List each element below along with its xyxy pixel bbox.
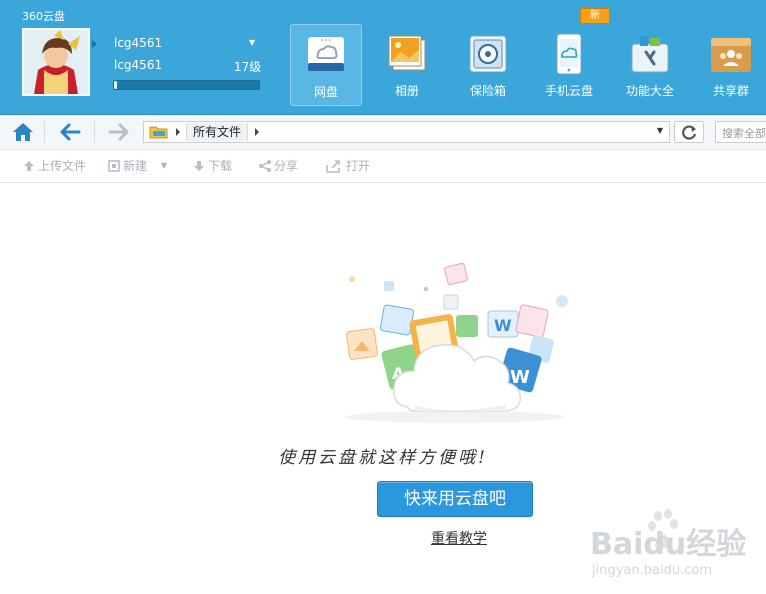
share-group-icon (711, 38, 751, 72)
nav-label: 网盘 (313, 85, 338, 99)
chevron-down-icon: ▼ (161, 161, 168, 170)
breadcrumb[interactable]: 所有文件 (186, 123, 249, 141)
home-button[interactable] (8, 120, 38, 144)
action-bar: 上传文件 新建 ▼ 下载 分享 打开 (0, 150, 766, 183)
start-using-button[interactable]: 快来用云盘吧 (377, 481, 533, 517)
home-icon (13, 123, 33, 141)
new-badge: 新 (580, 8, 610, 24)
user-name: lcg4561 (114, 36, 163, 50)
download-icon (194, 161, 204, 171)
path-separator-icon[interactable] (176, 128, 180, 136)
refresh-icon (682, 125, 697, 140)
nav-label: 功能大全 (625, 84, 674, 98)
photo-album-icon (388, 35, 426, 71)
avatar[interactable] (22, 28, 90, 96)
watermark-brand: Baidu经验 (590, 527, 746, 562)
upload-icon (24, 161, 34, 171)
share-label: 分享 (274, 159, 299, 173)
nav-toolbox[interactable]: 功能大全 (614, 24, 686, 106)
avatar-caret-icon (92, 40, 97, 48)
svg-text:W: W (494, 316, 512, 335)
nav-label: 保险箱 (469, 84, 506, 98)
toolbox-icon (631, 36, 669, 73)
nav-cloud-disk[interactable]: 网盘 (290, 24, 362, 106)
watermark-url: jingyan.baidu.com (591, 563, 712, 578)
replay-tutorial-link[interactable]: 重看教学 (431, 528, 487, 548)
path-bar[interactable]: 所有文件 ▼ (143, 121, 670, 143)
open-label: 打开 (346, 159, 371, 173)
tagline: 使用云盘就这样方便哦! (278, 448, 488, 468)
level-progress-bar (113, 80, 260, 90)
arrow-left-icon (60, 123, 81, 141)
new-folder-icon (108, 160, 120, 172)
arrow-right-icon (108, 123, 129, 141)
chevron-down-icon[interactable]: ▼ (657, 126, 663, 135)
back-button[interactable] (55, 120, 85, 144)
nav-safe[interactable]: 保险箱 (452, 24, 524, 106)
nav-label: 共享群 (712, 84, 749, 98)
refresh-button[interactable] (674, 121, 704, 143)
chevron-down-icon[interactable]: ▼ (249, 38, 255, 47)
user-id: lcg4561 (114, 58, 163, 72)
download-label: 下载 (208, 159, 233, 173)
nav-mobile-cloud[interactable]: 手机云盘 (533, 24, 605, 106)
level-progress-fill (114, 81, 117, 89)
nav-label: 手机云盘 (544, 84, 593, 98)
cloud-illustration: A W W (345, 262, 568, 423)
cloud-disk-icon (308, 37, 344, 71)
nav-photo-album[interactable]: 相册 (371, 24, 443, 106)
nav-share-group[interactable]: 共享群 (695, 24, 766, 106)
header-bar: 360云盘 lcg4561 ▼ lcg4561 17级 网盘 相册 保险箱 手机… (0, 0, 766, 115)
share-icon (259, 160, 271, 172)
forward-button[interactable] (104, 120, 134, 144)
mobile-cloud-icon (556, 33, 582, 75)
path-separator-icon[interactable] (255, 128, 259, 136)
user-level: 17级 (234, 60, 262, 74)
search-input[interactable]: 搜索全部 (715, 121, 766, 143)
upload-label: 上传文件 (38, 159, 87, 173)
safe-icon (469, 35, 507, 73)
new-label: 新建 (123, 159, 148, 173)
nav-label: 相册 (394, 84, 419, 98)
app-title: 360云盘 (22, 10, 65, 23)
open-icon (326, 160, 340, 173)
folder-icon (149, 126, 168, 139)
watermark: Baidu经验 jingyan.baidu.com (590, 508, 766, 588)
